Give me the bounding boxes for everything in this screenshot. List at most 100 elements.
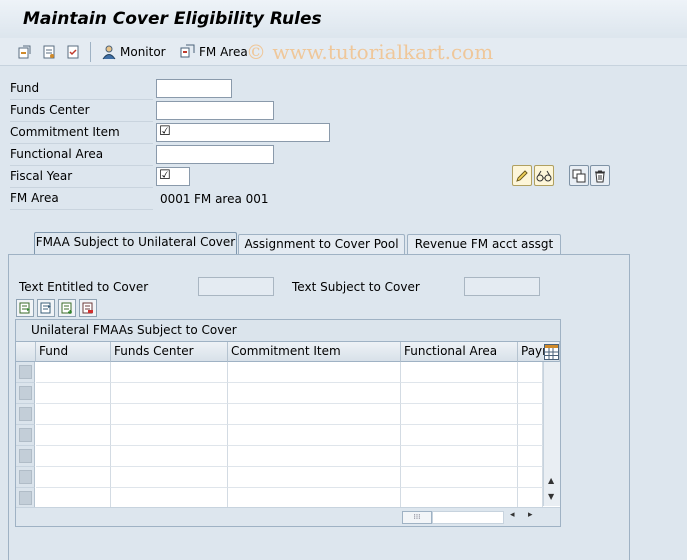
table-cell[interactable] bbox=[228, 362, 401, 383]
column-header-functional-area[interactable]: Functional Area bbox=[401, 342, 518, 362]
fund-field[interactable] bbox=[156, 79, 232, 98]
row-selector[interactable] bbox=[16, 446, 35, 467]
table-cell[interactable] bbox=[401, 467, 518, 488]
table-cell[interactable] bbox=[228, 446, 401, 467]
text-subject-field bbox=[464, 277, 540, 296]
row-selector[interactable] bbox=[16, 467, 35, 488]
column-header-commitment-item[interactable]: Commitment Item bbox=[228, 342, 401, 362]
scroll-thumb[interactable]: ⁞⁞⁞ bbox=[402, 511, 432, 524]
table-cell[interactable] bbox=[228, 488, 401, 509]
monitor-label: Monitor bbox=[120, 45, 166, 59]
table-cell[interactable] bbox=[228, 425, 401, 446]
scroll-right-icon[interactable]: ▸ bbox=[528, 510, 533, 520]
column-header-fund[interactable]: Fund bbox=[36, 342, 111, 362]
table-cell[interactable] bbox=[111, 446, 228, 467]
row-selector-box bbox=[19, 407, 32, 421]
display-change-button[interactable] bbox=[18, 43, 32, 61]
table-cell[interactable] bbox=[518, 362, 543, 383]
watermark: © www.tutorialkart.com bbox=[246, 40, 494, 64]
insert-row-button[interactable] bbox=[37, 299, 55, 317]
table-cell[interactable] bbox=[36, 362, 111, 383]
scroll-down-icon[interactable]: ▼ bbox=[548, 492, 554, 501]
table-cell[interactable] bbox=[401, 383, 518, 404]
table-cell[interactable] bbox=[36, 467, 111, 488]
select-all-header[interactable] bbox=[16, 342, 36, 362]
copy-row-button[interactable] bbox=[58, 299, 76, 317]
row-selector[interactable] bbox=[16, 383, 35, 404]
table-cell[interactable] bbox=[111, 488, 228, 509]
column-header-funds-center[interactable]: Funds Center bbox=[111, 342, 228, 362]
vertical-scrollbar[interactable]: ▲ ▼ bbox=[543, 362, 560, 506]
table-cell[interactable] bbox=[401, 446, 518, 467]
row-selector[interactable] bbox=[16, 425, 35, 446]
tab-fmaa-unilateral-cover[interactable]: FMAA Subject to Unilateral Cover bbox=[34, 232, 237, 255]
funds-center-label: Funds Center bbox=[10, 100, 153, 122]
table-cell[interactable] bbox=[228, 404, 401, 425]
table-cell[interactable] bbox=[401, 488, 518, 509]
table-cell[interactable] bbox=[111, 425, 228, 446]
fm-area-code: 0001 bbox=[160, 192, 191, 206]
monitor-person-icon bbox=[102, 45, 116, 60]
other-rule-button[interactable] bbox=[42, 43, 56, 61]
table-cell[interactable] bbox=[111, 404, 228, 425]
delete-button[interactable] bbox=[590, 165, 610, 186]
commitment-item-field[interactable]: ☑ bbox=[156, 123, 330, 142]
monitor-button[interactable]: Monitor bbox=[101, 43, 166, 61]
table-cell[interactable] bbox=[401, 425, 518, 446]
fm-area-icon bbox=[180, 44, 195, 58]
table-cell[interactable] bbox=[518, 488, 543, 509]
row-selector[interactable] bbox=[16, 488, 35, 509]
row-selector[interactable] bbox=[16, 404, 35, 425]
copy-button[interactable] bbox=[569, 165, 589, 186]
table-cell[interactable] bbox=[111, 362, 228, 383]
text-entitled-field bbox=[198, 277, 274, 296]
fm-area-row-label: FM Area bbox=[10, 188, 153, 210]
fiscal-year-field[interactable]: ☑ bbox=[156, 167, 190, 186]
table-cell[interactable] bbox=[36, 488, 111, 509]
display-change-icon bbox=[18, 45, 31, 59]
table-cell[interactable] bbox=[111, 467, 228, 488]
funds-center-field[interactable] bbox=[156, 101, 274, 120]
window-title: Maintain Cover Eligibility Rules bbox=[23, 9, 322, 29]
copy-icon bbox=[572, 169, 586, 182]
scroll-track[interactable] bbox=[432, 511, 504, 524]
fm-area-button[interactable]: FM Area bbox=[180, 43, 248, 61]
row-selector[interactable] bbox=[16, 362, 35, 383]
fm-area-text: FM area 001 bbox=[194, 192, 269, 206]
change-button[interactable] bbox=[512, 165, 532, 186]
table-cell[interactable] bbox=[228, 467, 401, 488]
delete-row-button[interactable] bbox=[79, 299, 97, 317]
table-settings-button[interactable] bbox=[544, 344, 559, 360]
check-button[interactable] bbox=[66, 43, 80, 61]
table-cell[interactable] bbox=[518, 446, 543, 467]
other-rule-icon bbox=[43, 45, 55, 59]
functional-area-field[interactable] bbox=[156, 145, 274, 164]
pencil-icon bbox=[516, 169, 528, 182]
table-cell[interactable] bbox=[228, 383, 401, 404]
horizontal-scrollbar[interactable]: ⁞⁞⁞ ◂ ▸ bbox=[16, 507, 560, 526]
table-cell[interactable] bbox=[518, 404, 543, 425]
table-cell[interactable] bbox=[518, 383, 543, 404]
table-cell[interactable] bbox=[518, 425, 543, 446]
row-selector-box bbox=[19, 491, 32, 505]
table-cell[interactable] bbox=[111, 383, 228, 404]
append-row-button[interactable] bbox=[16, 299, 34, 317]
table-cell[interactable] bbox=[36, 425, 111, 446]
table-cell[interactable] bbox=[518, 467, 543, 488]
commitment-item-label: Commitment Item bbox=[10, 122, 153, 144]
insert-row-icon bbox=[40, 302, 51, 314]
copy-row-icon bbox=[61, 302, 72, 314]
display-button[interactable] bbox=[534, 165, 554, 186]
scroll-left-icon[interactable]: ◂ bbox=[510, 510, 515, 520]
table-cell[interactable] bbox=[36, 383, 111, 404]
scroll-up-icon[interactable]: ▲ bbox=[548, 476, 554, 485]
tab-revenue-fm-acct-assgt[interactable]: Revenue FM acct assgt bbox=[407, 234, 561, 254]
table-cell[interactable] bbox=[36, 404, 111, 425]
fiscal-year-label: Fiscal Year bbox=[10, 166, 153, 188]
unilateral-fmaa-table: Unilateral FMAAs Subject to Cover Fund F… bbox=[15, 319, 561, 527]
table-cell[interactable] bbox=[401, 404, 518, 425]
table-cell[interactable] bbox=[401, 362, 518, 383]
table-cell[interactable] bbox=[36, 446, 111, 467]
tab-assignment-cover-pool[interactable]: Assignment to Cover Pool bbox=[238, 234, 405, 254]
table-title: Unilateral FMAAs Subject to Cover bbox=[16, 320, 560, 342]
